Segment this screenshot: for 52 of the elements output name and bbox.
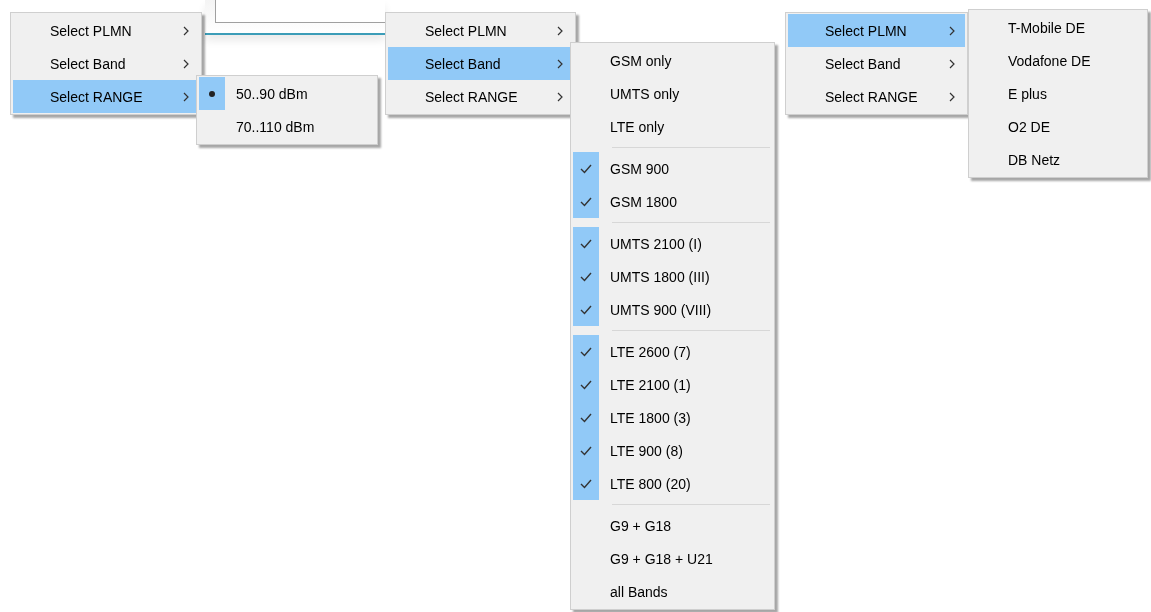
checkmark-icon [580,379,592,390]
menu-item[interactable]: Select PLMN [788,14,965,47]
menu-item[interactable]: G9 + G18 + U21 [573,542,772,575]
menu-item[interactable]: LTE 2600 (7) [573,335,772,368]
menu-item[interactable]: 50..90 dBm [199,77,375,110]
menu-item[interactable]: UMTS only [573,77,772,110]
chevron-right-icon [557,91,563,102]
menu-item[interactable]: UMTS 900 (VIII) [573,293,772,326]
menu-item[interactable]: UMTS 1800 (III) [573,260,772,293]
menu-item[interactable]: Select Band [788,47,965,80]
checkmark-icon [580,346,592,357]
checkmark-icon [580,478,592,489]
menu-item[interactable]: Select RANGE [788,80,965,113]
menu-item[interactable]: Vodafone DE [971,44,1145,77]
chevron-right-icon [949,91,955,102]
menu-item[interactable]: GSM 1800 [573,185,772,218]
menu-item[interactable]: T-Mobile DE [971,11,1145,44]
menu-item[interactable]: E plus [971,77,1145,110]
menu-item[interactable]: LTE 2100 (1) [573,368,772,401]
menu-item[interactable]: LTE 800 (20) [573,467,772,500]
chevron-right-icon [557,25,563,36]
menu-item[interactable]: Select RANGE [388,80,573,113]
menu-item[interactable]: Select RANGE [13,80,199,113]
menu-item[interactable]: GSM only [573,44,772,77]
menu-item[interactable]: Select PLMN [388,14,573,47]
menu-item[interactable]: LTE 1800 (3) [573,401,772,434]
menu-item[interactable]: Select PLMN [13,14,199,47]
menu-item[interactable]: LTE only [573,110,772,143]
chevron-right-icon [183,58,189,69]
menu-item[interactable]: DB Netz [971,143,1145,176]
checkmark-icon [580,445,592,456]
chevron-right-icon [949,58,955,69]
checkmark-icon [580,412,592,423]
checkmark-icon [580,196,592,207]
menu-item[interactable]: 70..110 dBm [199,110,375,143]
checkmark-icon [580,304,592,315]
menu-item[interactable]: Select Band [388,47,573,80]
menu-item[interactable]: G9 + G18 [573,509,772,542]
chevron-right-icon [557,58,563,69]
menu-item[interactable]: Select Band [13,47,199,80]
radio-dot-icon [209,90,215,97]
chevron-right-icon [183,25,189,36]
chevron-right-icon [949,25,955,36]
menu-item[interactable]: LTE 900 (8) [573,434,772,467]
checkmark-icon [580,238,592,249]
menu-item[interactable]: O2 DE [971,110,1145,143]
menu-item[interactable]: UMTS 2100 (I) [573,227,772,260]
chevron-right-icon [183,91,189,102]
menu-item[interactable]: GSM 900 [573,152,772,185]
checkmark-icon [580,271,592,282]
menu-item[interactable]: all Bands [573,575,772,608]
checkmark-icon [580,163,592,174]
